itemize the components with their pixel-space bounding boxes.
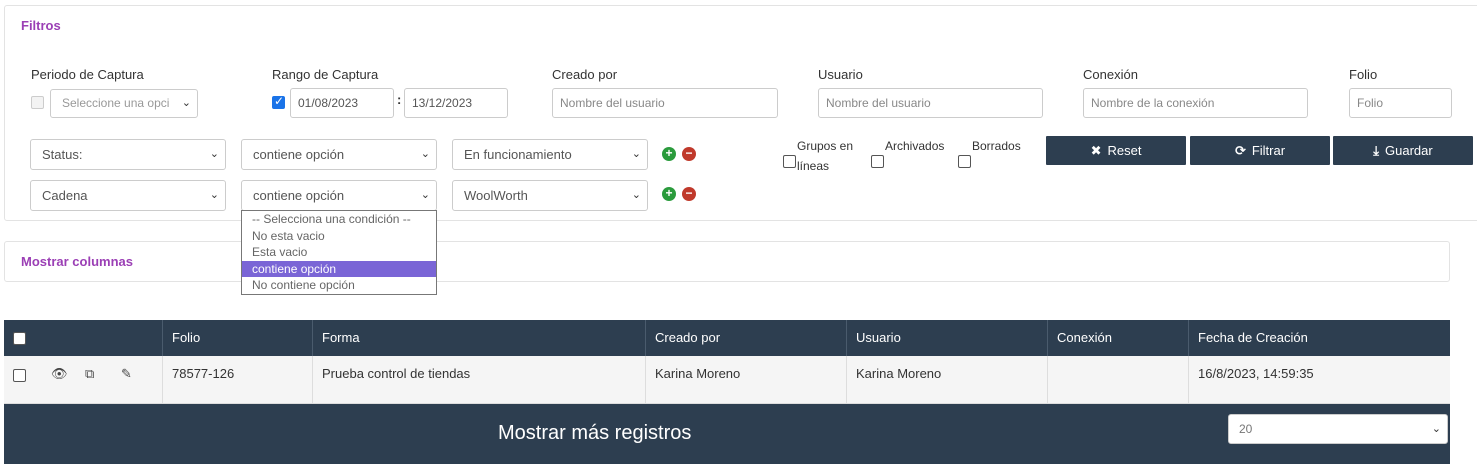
periodo-select[interactable]: Seleccione una opci ⌄ <box>50 89 198 118</box>
creado-input[interactable] <box>552 88 778 118</box>
filter-field-select-1[interactable]: Status: ⌄ <box>30 139 226 170</box>
filters-title[interactable]: Filtros <box>21 18 61 33</box>
creado-label: Creado por <box>552 67 618 82</box>
pencil-icon[interactable]: ✎ <box>121 356 132 392</box>
periodo-checkbox[interactable] <box>31 96 44 109</box>
chevron-down-icon: ⌄ <box>1431 423 1441 435</box>
rango-separator: : <box>397 92 402 107</box>
cell-folio: 78577-126 <box>163 356 313 404</box>
download-icon: ⤓ <box>1373 143 1380 158</box>
dropdown-option[interactable]: -- Selecciona una condición -- <box>242 211 436 228</box>
chevron-down-icon: ⌄ <box>420 148 430 160</box>
dropdown-option[interactable]: No esta vacio <box>242 228 436 245</box>
rango-to-input[interactable]: 13/12/2023 <box>404 88 508 118</box>
header-fecha[interactable]: Fecha de Creación <box>1189 320 1450 356</box>
close-icon: ✖ <box>1090 143 1102 158</box>
header-usuario[interactable]: Usuario <box>847 320 1048 356</box>
header-creado-por[interactable]: Creado por <box>646 320 847 356</box>
grupos-label: Grupos en <box>797 139 854 153</box>
rango-checkbox[interactable] <box>272 94 285 109</box>
borrados-label: Borrados <box>972 139 1021 153</box>
eye-icon[interactable]: 👁 <box>51 356 68 392</box>
folio-label: Folio <box>1349 67 1378 82</box>
periodo-label: Periodo de Captura <box>31 67 144 82</box>
row-actions: 👁 ⧉ ✎ <box>4 356 163 404</box>
usuario-input[interactable] <box>818 88 1043 118</box>
condition-dropdown-list: -- Selecciona una condición -- No esta v… <box>241 210 437 295</box>
chevron-down-icon: ⌄ <box>209 189 219 201</box>
dropdown-option[interactable]: Esta vacio <box>242 244 436 261</box>
filter-field-select-2[interactable]: Cadena ⌄ <box>30 180 226 211</box>
remove-filter-icon[interactable]: − <box>682 187 696 201</box>
usuario-label: Usuario <box>818 67 863 82</box>
rango-label: Rango de Captura <box>272 67 379 82</box>
add-filter-icon[interactable]: + <box>662 147 676 161</box>
cell-fecha: 16/8/2023, 14:59:35 <box>1189 356 1450 404</box>
rango-from-input[interactable]: 01/08/2023 <box>290 88 394 118</box>
cell-usuario: Karina Moreno <box>847 356 1048 404</box>
refresh-icon: ⟳ <box>1234 143 1246 158</box>
chevron-down-icon: ⌄ <box>209 148 219 160</box>
conexion-input[interactable] <box>1083 88 1308 118</box>
filter-condition-select-1[interactable]: contiene opción ⌄ <box>241 139 437 170</box>
header-select-all <box>4 320 163 356</box>
guardar-button[interactable]: ⤓ Guardar <box>1333 136 1473 165</box>
filtrar-button[interactable]: ⟳ Filtrar <box>1190 136 1330 165</box>
reset-button[interactable]: ✖ Reset <box>1046 136 1186 165</box>
row-checkbox[interactable] <box>13 369 26 382</box>
archivados-label: Archivados <box>885 139 945 153</box>
archivados-checkbox[interactable] <box>871 155 884 168</box>
remove-filter-icon[interactable]: − <box>682 147 696 161</box>
header-forma[interactable]: Forma <box>313 320 646 356</box>
columns-panel: Mostrar columnas <box>4 241 1450 282</box>
chevron-down-icon: ⌄ <box>181 97 191 109</box>
copy-icon[interactable]: ⧉ <box>85 356 94 392</box>
grupos-label-2: líneas <box>797 159 830 173</box>
page-size-select[interactable]: 20 ⌄ <box>1228 414 1448 444</box>
filter-value-select-1[interactable]: En funcionamiento ⌄ <box>452 139 648 170</box>
select-all-checkbox[interactable] <box>13 332 26 345</box>
cell-forma: Prueba control de tiendas <box>313 356 646 404</box>
header-folio[interactable]: Folio <box>163 320 313 356</box>
header-conexion[interactable]: Conexión <box>1048 320 1189 356</box>
dropdown-option[interactable]: No contiene opción <box>242 277 436 294</box>
table-footer: Mostrar más registros 20 ⌄ <box>4 404 1450 464</box>
cell-conexion <box>1048 356 1189 404</box>
cell-creado-por: Karina Moreno <box>646 356 847 404</box>
filter-condition-select-2[interactable]: contiene opción ⌄ <box>241 180 437 211</box>
folio-input[interactable] <box>1349 88 1452 118</box>
borrados-checkbox[interactable] <box>958 155 971 168</box>
grupos-checkbox[interactable] <box>783 155 796 168</box>
more-records-button[interactable]: Mostrar más registros <box>498 422 691 445</box>
filter-value-select-2[interactable]: WoolWorth ⌄ <box>452 180 648 211</box>
chevron-down-icon: ⌄ <box>420 189 430 201</box>
dropdown-option-selected[interactable]: contiene opción <box>242 260 436 277</box>
columns-title[interactable]: Mostrar columnas <box>21 254 133 269</box>
chevron-down-icon: ⌄ <box>631 189 641 201</box>
conexion-label: Conexión <box>1083 67 1138 82</box>
chevron-down-icon: ⌄ <box>631 148 641 160</box>
add-filter-icon[interactable]: + <box>662 187 676 201</box>
